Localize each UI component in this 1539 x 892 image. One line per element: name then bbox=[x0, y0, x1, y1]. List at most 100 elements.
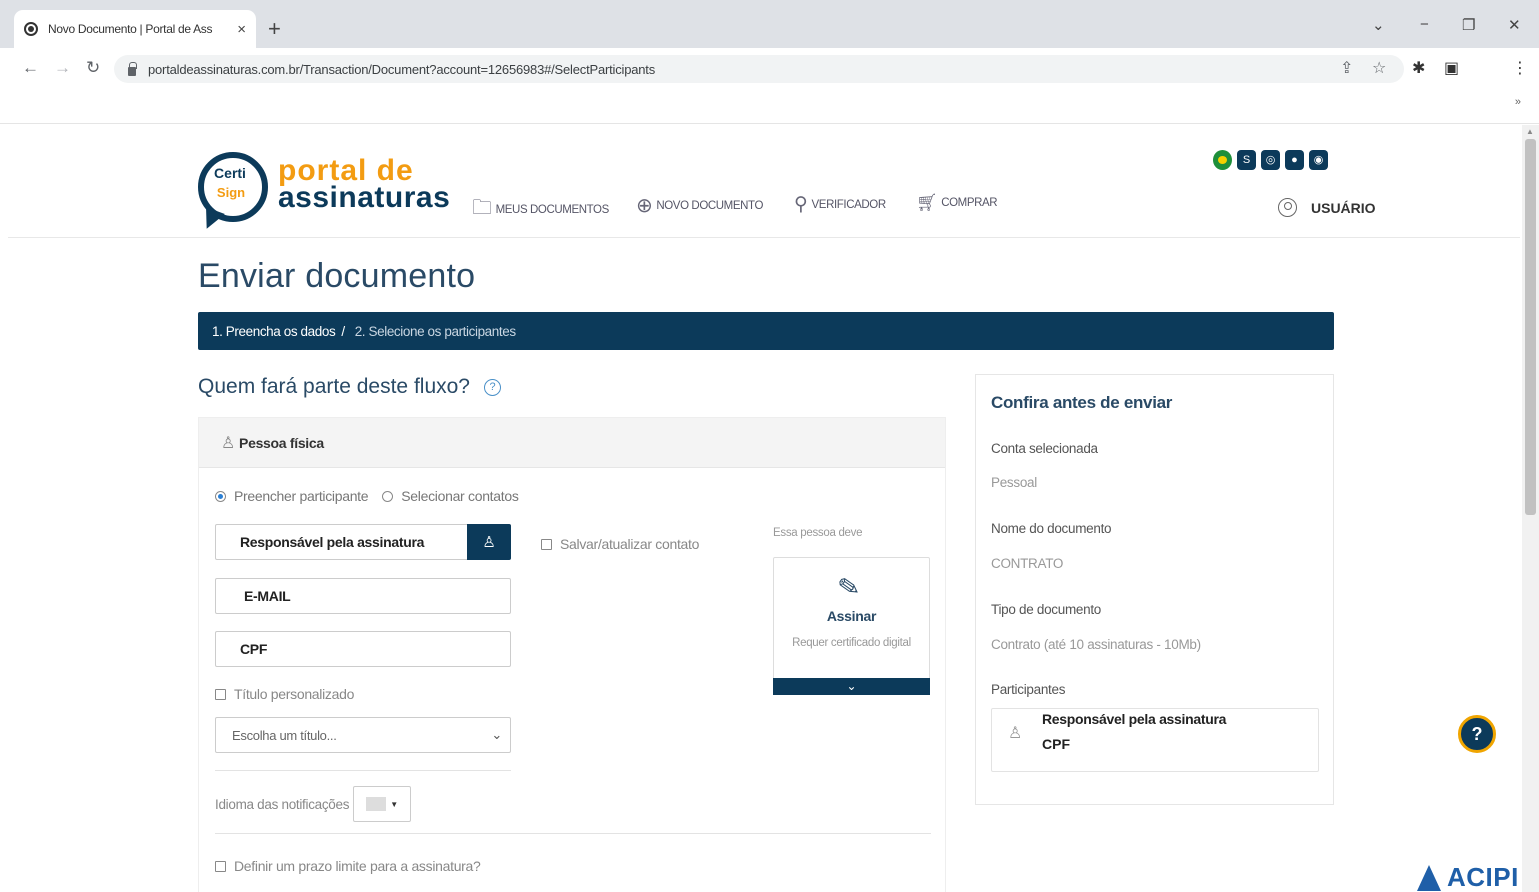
chevron-down-icon: ⌄ bbox=[846, 679, 857, 693]
bookmarks-overflow-icon[interactable]: » bbox=[1515, 96, 1521, 108]
custom-title-checkbox[interactable] bbox=[215, 688, 226, 700]
help-icon[interactable]: ? bbox=[484, 378, 501, 396]
reload-icon[interactable]: ↻ bbox=[86, 58, 100, 78]
instagram-icon[interactable]: ◎ bbox=[1261, 150, 1280, 170]
page-title: Enviar documento bbox=[198, 257, 476, 295]
flag-swatch-icon bbox=[366, 797, 387, 811]
save-contact-checkbox[interactable] bbox=[541, 538, 552, 550]
tab-close-icon[interactable]: × bbox=[237, 21, 246, 38]
cpf-value: CPF bbox=[240, 641, 268, 657]
docname-value: CONTRATO bbox=[991, 556, 1064, 571]
lock-icon bbox=[128, 61, 137, 76]
language-social-icons: S ◎ ● ◉ bbox=[1213, 150, 1328, 170]
participant-type-header: ♙ Pessoa física bbox=[199, 418, 945, 468]
site-header: Certi Sign portal de assinaturas 🗀 MEUS … bbox=[8, 125, 1520, 238]
bulb-icon[interactable]: ● bbox=[1285, 150, 1304, 170]
favicon-icon bbox=[24, 22, 38, 36]
save-contact-row: Salvar/atualizar contato bbox=[541, 536, 699, 552]
skype-icon[interactable]: S bbox=[1237, 150, 1256, 170]
participant-card: ♙ Pessoa física Preencher participante S… bbox=[198, 417, 946, 892]
page-scrollbar[interactable]: ▲ bbox=[1522, 125, 1539, 892]
nav-label: MEUS DOCUMENTOS bbox=[495, 204, 610, 216]
minimize-button[interactable]: − bbox=[1420, 16, 1429, 33]
close-window-button[interactable]: ✕ bbox=[1508, 16, 1521, 34]
search-icon: ⚲ bbox=[794, 194, 808, 215]
participant-mode: Preencher participante Selecionar contat… bbox=[215, 488, 519, 504]
nav-comprar[interactable]: 🛒︎ COMPRAR bbox=[916, 193, 998, 213]
logo-line2: assinaturas bbox=[278, 181, 451, 214]
name-value: Responsável pela assinatura bbox=[240, 534, 425, 550]
nav-verificador[interactable]: ⚲ VERIFICADOR bbox=[794, 193, 886, 216]
docname-label: Nome do documento bbox=[991, 521, 1112, 536]
action-label: Essa pessoa deve bbox=[773, 527, 863, 539]
participant-name: Responsável pela assinatura bbox=[1042, 711, 1227, 727]
scrollbar-thumb[interactable] bbox=[1525, 139, 1536, 515]
step-separator: / bbox=[341, 323, 345, 339]
url-text: portaldeassinaturas.com.br/Transaction/D… bbox=[148, 61, 655, 77]
step-2: 2. Selecione os participantes bbox=[354, 323, 516, 339]
browser-tab[interactable]: Novo Documento | Portal de Ass × bbox=[14, 10, 256, 48]
acipi-watermark: ACIPI bbox=[1417, 862, 1519, 892]
participant-type: Pessoa física bbox=[239, 434, 324, 451]
chevron-down-icon: ⌄ bbox=[491, 727, 502, 742]
scroll-up-icon[interactable]: ▲ bbox=[1526, 127, 1534, 136]
radio-fill-label: Preencher participante bbox=[234, 488, 369, 504]
portal-logo[interactable]: Certi Sign portal de assinaturas bbox=[198, 152, 458, 233]
whatsapp-icon[interactable]: ◉ bbox=[1309, 150, 1328, 170]
step-1[interactable]: 1. Preencha os dados bbox=[212, 324, 336, 339]
bookmarks-bar bbox=[0, 90, 1539, 124]
custom-title-label: Título personalizado bbox=[234, 686, 355, 702]
name-field[interactable]: Responsável pela assinatura ♙ bbox=[215, 524, 511, 560]
nav-novo-documento[interactable]: ⊕ NOVO DOCUMENTO bbox=[636, 193, 763, 218]
nav-label: COMPRAR bbox=[941, 197, 998, 209]
person-icon: ♙ bbox=[482, 534, 496, 551]
radio-contacts-label: Selecionar contatos bbox=[401, 488, 519, 504]
doctype-label: Tipo de documento bbox=[991, 602, 1101, 617]
language-select[interactable]: ▼ bbox=[353, 786, 412, 822]
divider bbox=[215, 833, 931, 834]
help-chat-button[interactable]: ? bbox=[1458, 715, 1496, 753]
sign-action-card[interactable]: ✎ Assinar Requer certificado digital ⌄ bbox=[773, 557, 930, 695]
tab-search-icon[interactable]: ⌄ bbox=[1372, 16, 1385, 34]
sign-title: Assinar bbox=[826, 608, 877, 624]
divider bbox=[215, 770, 511, 771]
person-icon: ♙ bbox=[1008, 725, 1023, 742]
address-bar[interactable]: portaldeassinaturas.com.br/Transaction/D… bbox=[114, 55, 1404, 83]
user-icon bbox=[1278, 198, 1297, 217]
share-icon[interactable]: ⇪ bbox=[1340, 58, 1353, 78]
participant-doc: CPF bbox=[1042, 736, 1070, 752]
new-tab-button[interactable]: + bbox=[268, 16, 281, 42]
review-title: Confira antes de enviar bbox=[991, 393, 1173, 412]
nav-meus-documentos[interactable]: 🗀 MEUS DOCUMENTOS bbox=[472, 193, 609, 227]
doctype-value: Contrato (até 10 assinaturas - 10Mb) bbox=[991, 637, 1201, 652]
sidepanel-icon[interactable]: ▣ bbox=[1444, 58, 1459, 78]
account-value: Pessoal bbox=[991, 475, 1037, 490]
maximize-button[interactable]: ❐ bbox=[1462, 16, 1475, 34]
menu-kebab-icon[interactable]: ⋮ bbox=[1512, 58, 1528, 78]
email-field[interactable]: E-MAIL bbox=[215, 578, 511, 614]
review-panel: Confira antes de enviar Conta selecionad… bbox=[975, 374, 1334, 805]
radio-fill-participant[interactable] bbox=[215, 490, 226, 502]
title-select[interactable]: Escolha um título... ⌄ bbox=[215, 717, 511, 753]
contact-picker-button[interactable]: ♙ bbox=[467, 524, 511, 560]
brazil-flag-icon[interactable] bbox=[1213, 150, 1232, 170]
radio-select-contacts[interactable] bbox=[382, 490, 394, 502]
custom-title-row: Título personalizado bbox=[215, 686, 354, 702]
email-value: E-MAIL bbox=[244, 588, 291, 604]
breadcrumb-steps: 1. Preencha os dados / 2. Selecione os p… bbox=[198, 312, 1334, 350]
cart-icon: 🛒︎ bbox=[916, 193, 938, 212]
folder-icon: 🗀 bbox=[472, 197, 492, 219]
account-label: Conta selecionada bbox=[991, 441, 1098, 456]
notification-language: Idioma das notificações ▼ bbox=[215, 786, 412, 822]
action-dropdown-toggle[interactable]: ⌄ bbox=[773, 678, 930, 695]
user-menu[interactable]: USUÁRIO bbox=[1278, 198, 1376, 217]
person-icon: ♙ bbox=[221, 434, 236, 452]
extensions-icon[interactable]: ✱ bbox=[1412, 58, 1425, 78]
cpf-field[interactable]: CPF bbox=[215, 631, 511, 667]
acipi-logo-icon bbox=[1417, 864, 1441, 891]
section-question: Quem fará parte deste fluxo? ? bbox=[198, 375, 501, 399]
deadline-checkbox[interactable] bbox=[215, 860, 226, 872]
back-icon[interactable]: ← bbox=[22, 58, 39, 78]
bookmark-star-icon[interactable]: ☆ bbox=[1372, 58, 1386, 78]
forward-icon[interactable]: → bbox=[54, 58, 71, 78]
